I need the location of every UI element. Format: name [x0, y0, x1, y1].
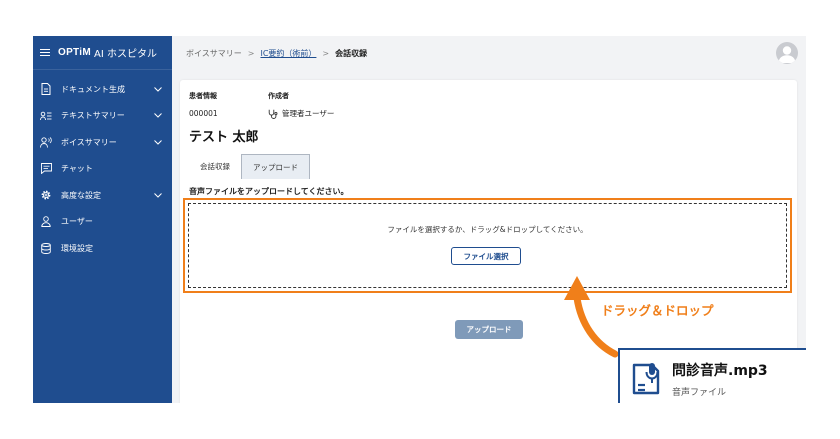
- chevron-down-icon: [152, 83, 164, 95]
- sidebar-item-environment[interactable]: 環境設定: [33, 235, 172, 262]
- file-name: 問診音声.mp3: [672, 363, 768, 379]
- sidebar-item-chat[interactable]: チャット: [33, 156, 172, 183]
- sidebar-item-document[interactable]: ドキュメント生成: [33, 76, 172, 103]
- upload-instruction: 音声ファイルをアップロードしてください。: [189, 187, 349, 196]
- audio-file-icon: [632, 363, 660, 395]
- document-icon: [40, 83, 52, 96]
- brand-product-name: AI ホスピタル: [93, 49, 157, 60]
- brand-logo-optim: OPTiM: [58, 47, 91, 58]
- sidebar-item-text-summary[interactable]: テキストサマリー: [33, 103, 172, 130]
- doctor-icon: [268, 109, 278, 119]
- sidebar-item-label: ボイスサマリー: [61, 137, 117, 147]
- patient-info-label: 患者情報: [189, 92, 217, 100]
- sidebar-item-advanced-settings[interactable]: 高度な設定: [33, 182, 172, 209]
- text-list-icon: [40, 110, 52, 122]
- chevron-down-icon: [152, 136, 164, 148]
- drop-zone-highlight: ファイルを選択するか、ドラッグ&ドロップしてください。 ファイル選択: [183, 198, 792, 293]
- author-info: 管理者ユーザー: [268, 108, 334, 119]
- app-window: OPTiM AI ホスピタル ドキュメント生成 テキストサマリー ボイスサマリー…: [33, 36, 806, 403]
- author-label: 作成者: [268, 92, 289, 100]
- tab-recording[interactable]: 会話収録: [189, 154, 241, 179]
- upload-button[interactable]: アップロード: [455, 320, 523, 339]
- patient-id: 000001: [189, 109, 218, 118]
- breadcrumb-item-current: 会話収録: [335, 48, 368, 58]
- sidebar-item-users[interactable]: ユーザー: [33, 209, 172, 236]
- patient-name: テスト 太郎: [189, 130, 259, 145]
- breadcrumb-item-voice-summary[interactable]: ボイスサマリー: [186, 48, 242, 59]
- breadcrumb-separator: >: [322, 48, 330, 58]
- sidebar-item-label: テキストサマリー: [61, 111, 125, 121]
- sidebar-item-label: ドキュメント生成: [61, 84, 125, 94]
- sidebar-item-voice-summary[interactable]: ボイスサマリー: [33, 129, 172, 156]
- user-icon: [40, 216, 52, 228]
- sidebar-item-label: チャット: [61, 164, 93, 174]
- chat-icon: [40, 163, 52, 175]
- brand-bar: OPTiM AI ホスピタル: [33, 36, 172, 70]
- chevron-down-icon: [152, 110, 164, 122]
- sidebar-nav: ドキュメント生成 テキストサマリー ボイスサマリー チャット 高度な設定 ユーザ…: [33, 76, 172, 262]
- breadcrumb-separator: >: [247, 48, 255, 58]
- file-select-button[interactable]: ファイル選択: [451, 247, 521, 265]
- sidebar-item-label: 高度な設定: [61, 190, 101, 200]
- dragged-file-card: 問診音声.mp3 音声ファイル: [618, 348, 806, 403]
- breadcrumb: ボイスサマリー > IC要約（術前） > 会話収録: [172, 36, 806, 70]
- breadcrumb-item-ic-summary[interactable]: IC要約（術前）: [260, 48, 316, 59]
- sidebar-item-label: ユーザー: [61, 217, 93, 227]
- voice-user-icon: [40, 136, 52, 148]
- file-type: 音声ファイル: [672, 388, 727, 398]
- drop-zone-text: ファイルを選択するか、ドラッグ&ドロップしてください。: [387, 225, 588, 234]
- tab-upload[interactable]: アップロード: [241, 154, 310, 179]
- avatar[interactable]: [776, 42, 798, 64]
- chevron-down-icon: [152, 189, 164, 201]
- sidebar: OPTiM AI ホスピタル ドキュメント生成 テキストサマリー ボイスサマリー…: [33, 36, 172, 403]
- sidebar-item-label: 環境設定: [61, 243, 93, 253]
- avatar-user-icon: [778, 46, 796, 63]
- database-icon: [40, 242, 52, 254]
- gear-icon: [40, 189, 52, 201]
- file-drop-zone[interactable]: ファイルを選択するか、ドラッグ&ドロップしてください。 ファイル選択: [188, 203, 787, 288]
- author-name: 管理者ユーザー: [282, 109, 335, 118]
- hamburger-menu-icon[interactable]: [40, 48, 50, 57]
